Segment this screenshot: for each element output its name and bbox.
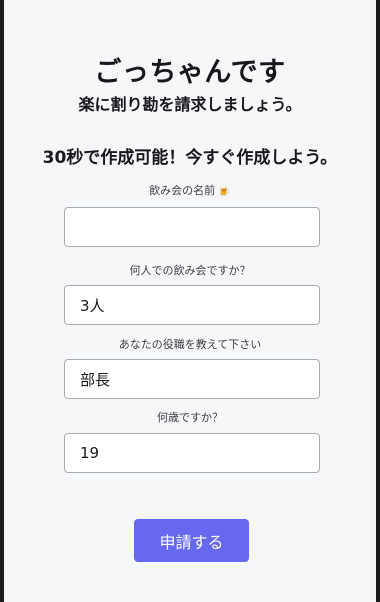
app-subtitle: 楽に割り勘を請求しましょう。 — [78, 95, 302, 114]
age-label: 何歳ですか？ — [157, 411, 223, 424]
beer-mug-icon: 🍺 — [217, 184, 231, 197]
job-title-input[interactable] — [64, 359, 320, 399]
party-name-input[interactable] — [64, 207, 320, 247]
headcount-label: 何人での飲み会ですか？ — [129, 264, 251, 277]
form-page: ごっちゃんです 楽に割り勘を請求しましょう。 30秒で作成可能！今すぐ作成しよう… — [4, 0, 376, 602]
job-title-label: あなたの役職を教えて下さい — [118, 338, 262, 351]
tagline: 30秒で作成可能！今すぐ作成しよう。 — [42, 148, 338, 168]
age-input[interactable] — [64, 433, 320, 473]
party-name-label-text: 飲み会の名前 — [149, 184, 216, 197]
app-title: ごっちゃんです — [94, 57, 286, 88]
submit-button[interactable]: 申請する — [134, 519, 249, 562]
party-name-label: 飲み会の名前 🍺 — [4, 182, 376, 198]
headcount-input[interactable] — [64, 285, 320, 325]
